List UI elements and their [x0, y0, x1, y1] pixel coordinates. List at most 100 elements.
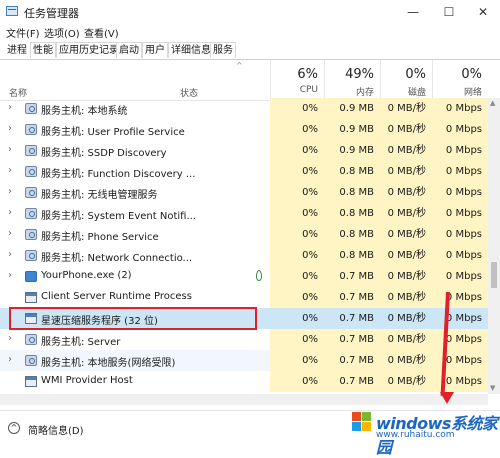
- process-name: YourPhone.exe (2): [41, 270, 132, 281]
- process-row[interactable]: › 服务主机: System Event Notifi... 0% 0.8 MB 0 M…: [0, 203, 488, 224]
- app-window-icon: [25, 292, 37, 303]
- process-name: 服务主机: 无线电管理服务: [41, 190, 158, 201]
- chevron-right-icon[interactable]: ›: [8, 228, 12, 239]
- tab-app-history[interactable]: 应用历史记录: [56, 42, 122, 58]
- process-memory: 0.7 MB: [324, 329, 380, 350]
- chevron-right-icon[interactable]: ›: [8, 165, 12, 176]
- process-disk: 0 MB/秒: [380, 287, 432, 308]
- process-memory: 0.9 MB: [324, 119, 380, 140]
- process-row[interactable]: › 服务主机: Network Connectio... 0% 0.8 MB 0 MB/…: [0, 245, 488, 266]
- tab-startup[interactable]: 启动: [116, 42, 142, 58]
- sort-up-icon: ^: [236, 61, 243, 70]
- maximize-button[interactable]: ☐: [432, 0, 466, 24]
- horizontal-scrollbar[interactable]: [0, 394, 488, 405]
- process-memory: 0.7 MB: [324, 266, 380, 287]
- process-cpu: 0%: [270, 140, 324, 161]
- menu-options[interactable]: 选项(O): [44, 25, 80, 40]
- memory-total: 49%: [345, 67, 374, 82]
- chevron-right-icon[interactable]: ›: [8, 333, 12, 344]
- process-row[interactable]: › 服务主机: Function Discovery ... 0% 0.8 MB 0 M…: [0, 161, 488, 182]
- process-cpu: 0%: [270, 203, 324, 224]
- gear-icon: [25, 334, 37, 345]
- process-disk: 0 MB/秒: [380, 266, 432, 287]
- process-network: 0 Mbps: [432, 245, 488, 266]
- chevron-right-icon[interactable]: ›: [8, 144, 12, 155]
- tab-performance[interactable]: 性能: [30, 42, 56, 58]
- chevron-right-icon[interactable]: ›: [8, 249, 12, 260]
- gear-icon: [25, 229, 37, 240]
- tab-users[interactable]: 用户: [142, 42, 168, 58]
- process-row[interactable]: › 服务主机: 本地服务(网络受限) 0% 0.7 MB 0 MB/秒 0 Mbps: [0, 350, 488, 371]
- process-network: 0 Mbps: [432, 350, 488, 371]
- arrowhead-annotation: [440, 392, 454, 404]
- process-disk: 0 MB/秒: [380, 371, 432, 392]
- process-row[interactable]: › 服务主机: User Profile Service 0% 0.9 MB 0 MB/…: [0, 119, 488, 140]
- process-name: 服务主机: Function Discovery ...: [41, 169, 196, 180]
- tab-services[interactable]: 服务: [210, 42, 236, 58]
- process-disk: 0 MB/秒: [380, 350, 432, 371]
- process-name: 服务主机: Server: [41, 337, 121, 348]
- process-cpu: 0%: [270, 371, 324, 392]
- cpu-label: CPU: [299, 85, 318, 95]
- gear-icon: [25, 355, 37, 366]
- menu-file[interactable]: 文件(F): [6, 25, 40, 40]
- process-cpu: 0%: [270, 182, 324, 203]
- minimize-button[interactable]: —: [396, 0, 430, 24]
- process-row[interactable]: Client Server Runtime Process 0% 0.7 MB 0 M…: [0, 287, 488, 308]
- chevron-right-icon[interactable]: ›: [8, 186, 12, 197]
- process-name: WMI Provider Host: [41, 375, 133, 386]
- process-row[interactable]: › 服务主机: Phone Service 0% 0.8 MB 0 MB/秒 0 Mbps: [0, 224, 488, 245]
- gear-icon: [25, 166, 37, 177]
- tab-processes[interactable]: 进程: [4, 42, 30, 58]
- vertical-scrollbar[interactable]: ▲ ▼: [488, 98, 500, 394]
- process-name: 服务主机: 本地服务(网络受限): [41, 358, 176, 369]
- menu-view[interactable]: 查看(V): [84, 25, 119, 40]
- tab-details[interactable]: 详细信息: [168, 42, 214, 58]
- process-row[interactable]: WMI Provider Host 0% 0.7 MB 0 MB/秒 0 Mbps: [0, 371, 488, 392]
- process-list: › 服务主机: 本地系统 0% 0.9 MB 0 MB/秒 0 Mbps › 服务主机: Us…: [0, 98, 488, 394]
- process-network: 0 Mbps: [432, 308, 488, 329]
- chevron-right-icon[interactable]: ›: [8, 123, 12, 134]
- highlight-annotation: [9, 307, 257, 330]
- process-row[interactable]: › 服务主机: Server 0% 0.7 MB 0 MB/秒 0 Mbps: [0, 329, 488, 350]
- chevron-right-icon[interactable]: ›: [8, 207, 12, 218]
- scroll-up-icon[interactable]: ▲: [490, 99, 495, 107]
- process-row[interactable]: › 服务主机: 本地系统 0% 0.9 MB 0 MB/秒 0 Mbps: [0, 98, 488, 119]
- phone-icon: [25, 271, 37, 282]
- scroll-down-icon[interactable]: ▼: [490, 384, 495, 392]
- fewer-details-button[interactable]: 简略信息(D): [28, 422, 84, 437]
- process-cpu: 0%: [270, 350, 324, 371]
- windows-logo-icon: [352, 412, 372, 432]
- header-disk[interactable]: 0% 磁盘: [380, 60, 432, 100]
- disk-label: 磁盘: [407, 88, 426, 98]
- process-disk: 0 MB/秒: [380, 308, 432, 329]
- header-network[interactable]: 0% 网络: [432, 60, 488, 100]
- window-title: 任务管理器: [24, 7, 79, 20]
- header-memory[interactable]: 49% 内存: [324, 60, 380, 100]
- process-cpu: 0%: [270, 329, 324, 350]
- process-row[interactable]: › 服务主机: 无线电管理服务 0% 0.8 MB 0 MB/秒 0 Mbps: [0, 182, 488, 203]
- gear-icon: [25, 145, 37, 156]
- close-button[interactable]: ✕: [466, 0, 500, 24]
- watermark-url: www.ruhaitu.com: [376, 430, 455, 440]
- process-network: 0 Mbps: [432, 140, 488, 161]
- process-cpu: 0%: [270, 245, 324, 266]
- process-network: 0 Mbps: [432, 182, 488, 203]
- gear-icon: [25, 124, 37, 135]
- header-cpu[interactable]: 6% CPU: [270, 60, 324, 100]
- title-bar: 任务管理器 — ☐ ✕: [0, 0, 500, 24]
- chevron-right-icon[interactable]: ›: [8, 270, 12, 281]
- process-cpu: 0%: [270, 224, 324, 245]
- chevron-right-icon[interactable]: ›: [8, 102, 12, 113]
- process-name: 服务主机: 本地系统: [41, 106, 128, 117]
- process-cpu: 0%: [270, 98, 324, 119]
- chevron-up-icon[interactable]: ^: [8, 422, 20, 434]
- process-cpu: 0%: [270, 287, 324, 308]
- process-memory: 0.7 MB: [324, 350, 380, 371]
- chevron-right-icon[interactable]: ›: [8, 354, 12, 365]
- process-row[interactable]: › YourPhone.exe (2) 0% 0.7 MB 0 MB/秒 0 Mbps: [0, 266, 488, 287]
- process-name: Client Server Runtime Process: [41, 291, 192, 302]
- process-disk: 0 MB/秒: [380, 161, 432, 182]
- process-row[interactable]: › 服务主机: SSDP Discovery 0% 0.9 MB 0 MB/秒 0 Mbp…: [0, 140, 488, 161]
- scrollbar-thumb[interactable]: [491, 262, 497, 288]
